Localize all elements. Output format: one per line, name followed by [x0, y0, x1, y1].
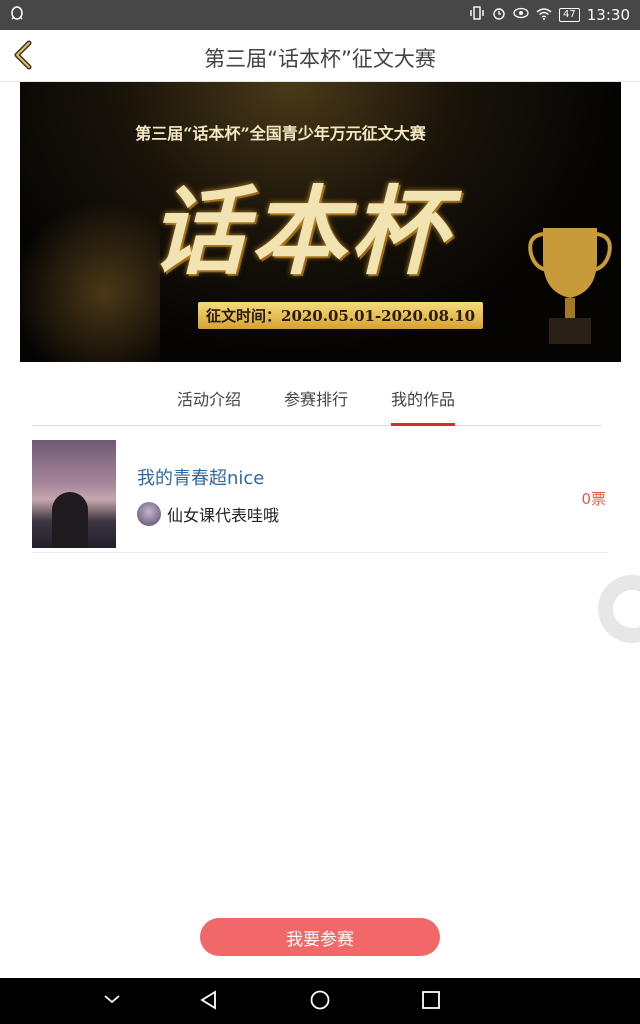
author-name: 仙女课代表哇哦	[167, 506, 280, 525]
list-item[interactable]: 我的青春超nice 仙女课代表哇哦 0票	[32, 440, 608, 553]
status-time: 13:30	[586, 6, 630, 24]
floating-assist-button[interactable]	[598, 575, 640, 643]
vibrate-icon	[469, 6, 485, 24]
trophy-icon	[528, 228, 612, 344]
sparkle-decoration	[20, 192, 160, 362]
qq-notification-icon	[10, 6, 24, 26]
header: 第三届“话本杯”征文大赛	[0, 30, 640, 82]
join-contest-button[interactable]: 我要参赛	[200, 918, 440, 956]
work-title[interactable]: 我的青春超nice	[137, 464, 264, 490]
tab-bar: 活动介绍 参赛排行 我的作品	[32, 372, 602, 426]
tab-activity-intro[interactable]: 活动介绍	[177, 386, 241, 423]
banner-big-title: 话本杯	[150, 175, 450, 288]
eye-icon	[513, 7, 529, 23]
alarm-icon	[492, 6, 506, 24]
status-bar: 47 13:30	[0, 0, 640, 30]
banner-top-text: 第三届“话本杯”全国青少年万元征文大赛	[135, 124, 426, 143]
page-title: 第三届“话本杯”征文大赛	[204, 47, 436, 71]
contest-banner[interactable]: 第三届“话本杯”全国青少年万元征文大赛 话本杯 征文时间：2020.05.01-…	[20, 82, 621, 362]
system-nav-bar	[0, 978, 640, 1024]
avatar	[137, 502, 161, 526]
work-cover-image[interactable]	[32, 440, 116, 548]
recents-nav-icon[interactable]	[420, 989, 442, 1015]
back-nav-icon[interactable]	[198, 989, 220, 1015]
battery-icon: 47	[559, 8, 580, 22]
hide-keyboard-icon[interactable]	[102, 989, 122, 1013]
vote-count: 0票	[581, 490, 606, 508]
banner-date: 征文时间：2020.05.01-2020.08.10	[198, 302, 484, 329]
author-info: 仙女课代表哇哦	[137, 502, 279, 526]
tab-ranking[interactable]: 参赛排行	[284, 386, 348, 423]
wifi-icon	[536, 7, 552, 24]
home-nav-icon[interactable]	[309, 989, 331, 1015]
tab-my-works[interactable]: 我的作品	[391, 386, 456, 426]
